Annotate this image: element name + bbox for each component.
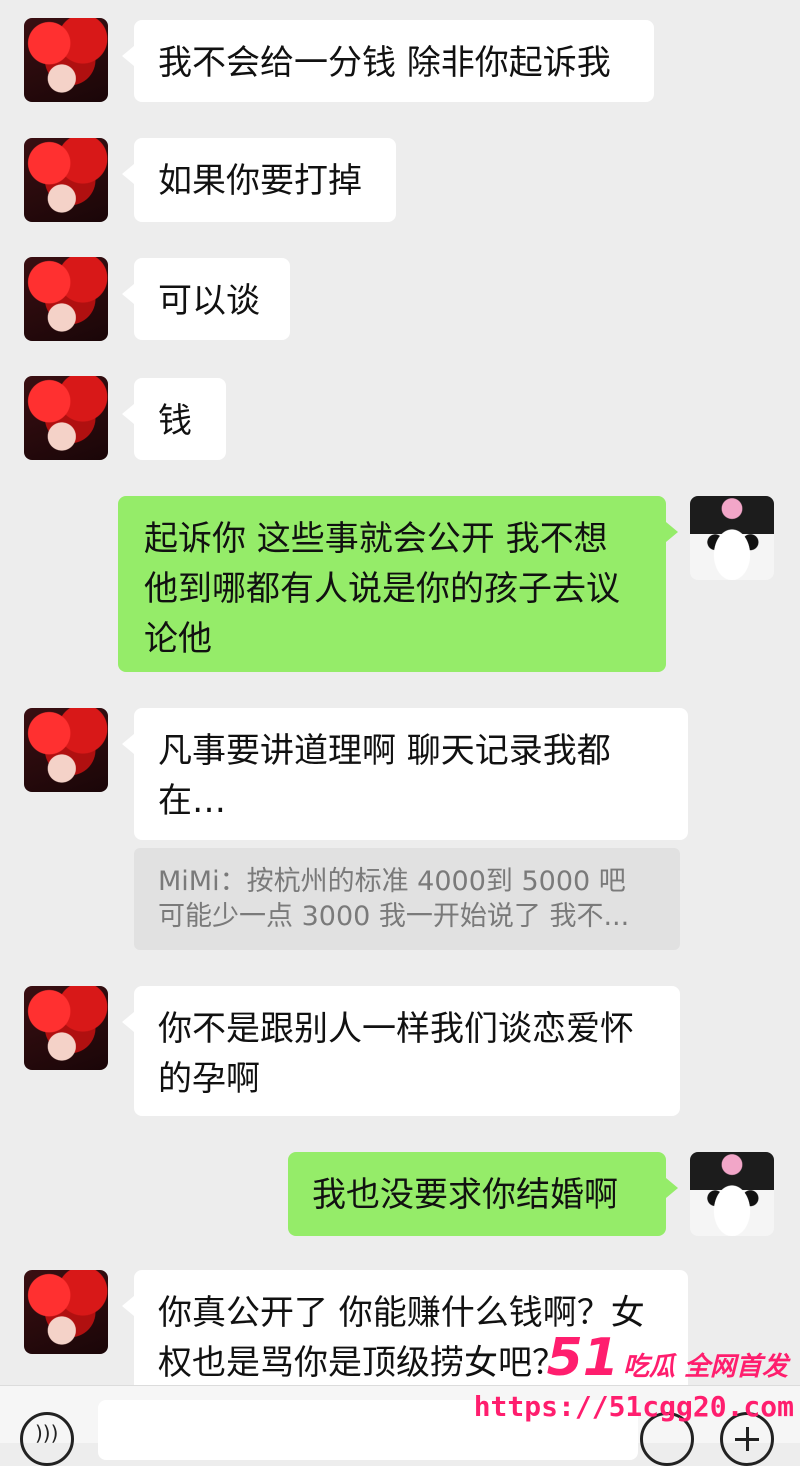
contact-avatar[interactable]: [24, 986, 108, 1070]
message-bubble-incoming[interactable]: 凡事要讲道理啊 聊天记录我都在…: [122, 708, 688, 840]
quote-line-1: MiMi：按杭州的标准 4000到 5000 吧: [158, 866, 626, 897]
watermark-number: 51: [546, 1328, 619, 1388]
message-bubble-outgoing[interactable]: 起诉你 这些事就会公开 我不想他到哪都有人说是你的孩子去议论他: [118, 496, 678, 672]
contact-avatar[interactable]: [24, 138, 108, 222]
watermark: 51 吃瓜 全网首发 https://51cgg20.com: [474, 1328, 800, 1438]
user-avatar[interactable]: [690, 1152, 774, 1236]
user-avatar[interactable]: [690, 496, 774, 580]
contact-avatar[interactable]: [24, 376, 108, 460]
chat-area: 我不会给一分钱 除非你起诉我 如果你要打掉 可以谈 钱 起诉你 这些事就会公开 …: [0, 0, 800, 1385]
message-bubble-incoming[interactable]: 可以谈: [122, 258, 290, 340]
contact-avatar[interactable]: [24, 18, 108, 102]
message-bubble-incoming[interactable]: 钱: [122, 378, 226, 460]
contact-avatar[interactable]: [24, 257, 108, 341]
quote-line-2: 可能少一点 3000 我一开始说了 我不...: [158, 901, 630, 932]
watermark-brand: 51 吃瓜 全网首发: [547, 1328, 788, 1388]
watermark-tagline: 吃瓜 全网首发: [622, 1352, 788, 1382]
message-bubble-incoming[interactable]: 我不会给一分钱 除非你起诉我: [122, 20, 654, 102]
message-bubble-outgoing[interactable]: 我也没要求你结婚啊: [288, 1152, 678, 1236]
quoted-message[interactable]: MiMi：按杭州的标准 4000到 5000 吧 可能少一点 3000 我一开始…: [134, 848, 680, 950]
message-bubble-incoming[interactable]: 如果你要打掉: [122, 138, 396, 222]
contact-avatar[interactable]: [24, 708, 108, 792]
message-bubble-incoming[interactable]: 你不是跟别人一样我们谈恋爱怀的孕啊: [122, 986, 680, 1116]
contact-avatar[interactable]: [24, 1270, 108, 1354]
watermark-url: https://51cgg20.com: [473, 1390, 794, 1423]
voice-icon[interactable]: [20, 1412, 74, 1466]
